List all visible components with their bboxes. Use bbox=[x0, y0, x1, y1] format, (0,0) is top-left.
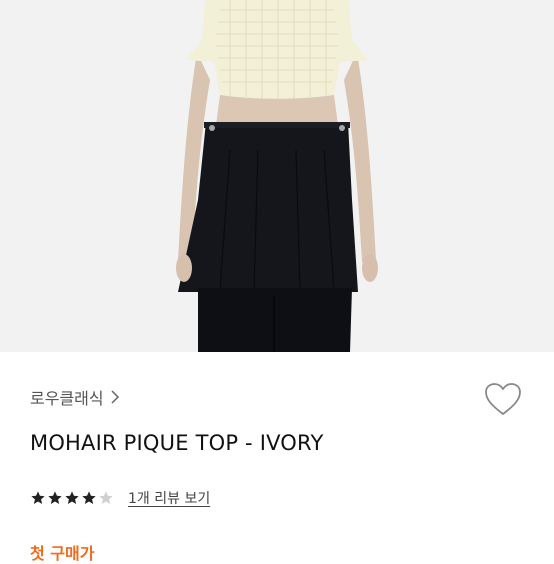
brand-label: 로우클래식 bbox=[30, 389, 104, 408]
model-illustration bbox=[176, 0, 378, 352]
product-photo bbox=[0, 0, 554, 352]
product-title: MOHAIR PIQUE TOP - IVORY bbox=[30, 431, 324, 455]
star-rating bbox=[30, 490, 114, 506]
star-filled-icon bbox=[82, 491, 96, 504]
brand-link[interactable]: 로우클래식 bbox=[30, 385, 120, 409]
rating-row: 1개 리뷰 보기 bbox=[30, 488, 210, 508]
chevron-right-icon bbox=[111, 390, 119, 404]
product-info: 로우클래식 MOHAIR PIQUE TOP - IVORY 1개 리뷰 보기 … bbox=[0, 352, 554, 563]
wishlist-button[interactable] bbox=[483, 380, 523, 420]
heart-outline-icon bbox=[485, 383, 521, 415]
star-filled-icon bbox=[48, 491, 62, 504]
star-filled-icon bbox=[31, 491, 45, 504]
review-link[interactable]: 1개 리뷰 보기 bbox=[128, 488, 210, 508]
star-empty-icon bbox=[99, 491, 113, 504]
first-purchase-price-label: 첫 구매가 bbox=[30, 544, 95, 563]
star-filled-icon bbox=[65, 491, 79, 504]
